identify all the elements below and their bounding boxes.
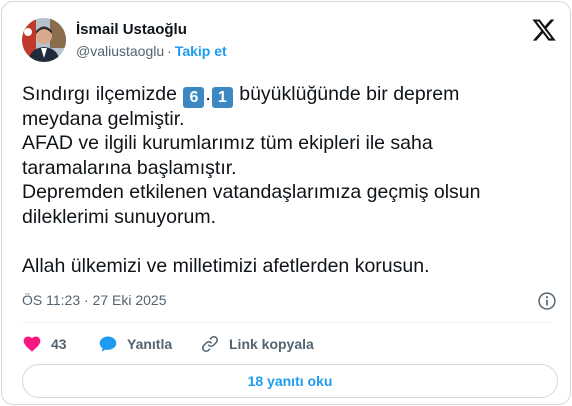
reply-label: Yanıtla xyxy=(127,336,173,352)
tweet-line: Sındırgı ilçemizde 6.1 büyüklüğünde bir … xyxy=(22,82,542,108)
author-name[interactable]: İsmail Ustaoğlu xyxy=(76,21,187,38)
like-button[interactable]: 43 xyxy=(22,332,67,356)
heart-icon xyxy=(23,336,41,352)
read-replies-button[interactable]: 18 yanıtı oku xyxy=(22,364,558,398)
tweet-text-segment: Sındırgı ilçemizde xyxy=(22,83,183,105)
tweet-line: dileklerimi sunuyorum. xyxy=(22,205,216,228)
avatar[interactable] xyxy=(22,18,66,62)
separator-dot: · xyxy=(167,43,172,59)
like-count: 43 xyxy=(51,336,67,352)
tweet-text: Sındırgı ilçemizde 6.1 büyüklüğünde bir … xyxy=(22,82,542,278)
author-handle[interactable]: @valiustaoglu xyxy=(76,43,164,59)
timestamp[interactable]: ÖS 11:23 · 27 Eki 2025 xyxy=(22,292,167,308)
decimal-point: . xyxy=(205,83,211,105)
divider xyxy=(22,322,552,323)
tweet-line: AFAD ve ilgili kurumlarımız tüm ekipleri… xyxy=(22,132,433,154)
speech-bubble-icon xyxy=(99,336,117,352)
tweet-line: Allah ülkemizi ve milletimizi afetlerden… xyxy=(22,254,430,277)
copy-link-button[interactable]: Link kopyala xyxy=(200,332,314,356)
action-bar: 43 Yanıtla Link kopyala xyxy=(22,332,542,356)
x-logo-icon[interactable] xyxy=(531,17,557,43)
tweet-line: taramalarına başlamıştır. xyxy=(22,156,237,179)
read-replies-label: 18 yanıtı oku xyxy=(247,373,333,389)
tweet-line: meydana gelmiştir. xyxy=(22,107,185,130)
info-icon[interactable] xyxy=(537,291,557,311)
keycap-digit-icon: 1 xyxy=(211,87,233,108)
follow-button[interactable]: Takip et xyxy=(175,43,227,59)
reply-button[interactable]: Yanıtla xyxy=(98,332,172,356)
tweet-text-segment: büyüklüğünde bir deprem xyxy=(233,83,460,105)
tweet-line: Depremden etkilenen vatandaşlarımıza geç… xyxy=(22,181,481,203)
author-handle-row: @valiustaoglu · Takip et xyxy=(76,43,227,59)
keycap-digit-icon: 6 xyxy=(183,87,205,108)
avatar-portrait xyxy=(22,18,66,62)
link-icon xyxy=(202,336,218,352)
copy-link-label: Link kopyala xyxy=(229,336,314,352)
tweet-card: İsmail Ustaoğlu @valiustaoglu · Takip et S… xyxy=(1,1,571,405)
